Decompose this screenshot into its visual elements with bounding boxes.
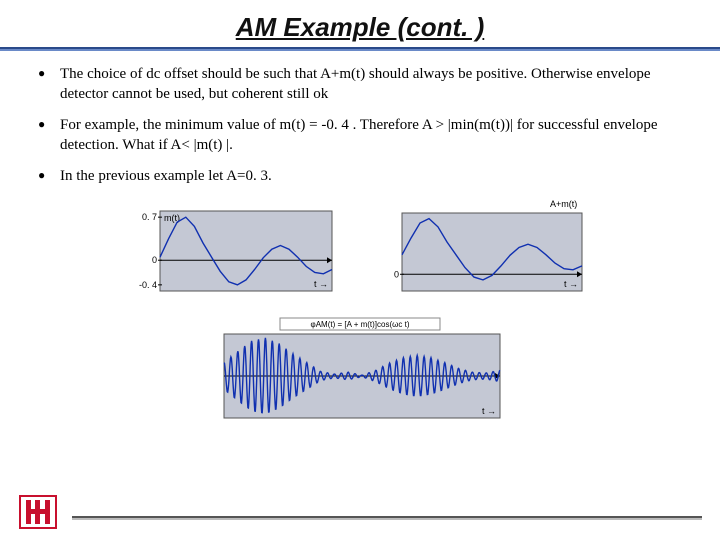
chart-mt: -0. 400. 7m(t)t → xyxy=(130,199,340,304)
bullet-list: The choice of dc offset should be such t… xyxy=(32,65,688,187)
svg-text:t →: t → xyxy=(314,279,328,289)
uh-logo-icon xyxy=(18,494,58,530)
page-title: AM Example (cont. ) xyxy=(32,12,688,43)
chart-mt-svg: -0. 400. 7m(t)t → xyxy=(130,199,340,299)
svg-text:0: 0 xyxy=(152,255,157,265)
charts-bottom-row: t → φAM(t) = [A + m(t)]cos(ωc t) xyxy=(32,316,688,431)
chart-am-signal-svg: t → φAM(t) = [A + m(t)]cos(ωc t) xyxy=(210,316,510,426)
svg-text:0: 0 xyxy=(394,269,399,279)
chart-am-signal: t → φAM(t) = [A + m(t)]cos(ωc t) xyxy=(210,316,510,431)
svg-text:φAM(t) = [A + m(t)]cos(ωc t): φAM(t) = [A + m(t)]cos(ωc t) xyxy=(311,320,410,329)
bullet-1: The choice of dc offset should be such t… xyxy=(38,65,688,104)
svg-text:0. 7: 0. 7 xyxy=(142,212,157,222)
bullet-2: For example, the minimum value of m(t) =… xyxy=(38,116,688,155)
svg-text:t →: t → xyxy=(564,279,578,289)
svg-text:-0. 4: -0. 4 xyxy=(139,279,157,289)
chart-amt: A+m(t) 0 t → xyxy=(380,199,590,304)
footer-rule xyxy=(72,516,702,518)
title-rule xyxy=(0,47,720,51)
bullet-3: In the previous example let A=0. 3. xyxy=(38,167,688,187)
svg-text:t →: t → xyxy=(482,406,496,416)
svg-text:A+m(t): A+m(t) xyxy=(550,199,577,209)
chart-amt-svg: A+m(t) 0 t → xyxy=(380,199,590,299)
charts-top-row: -0. 400. 7m(t)t → A+m(t)0t → xyxy=(32,199,688,304)
